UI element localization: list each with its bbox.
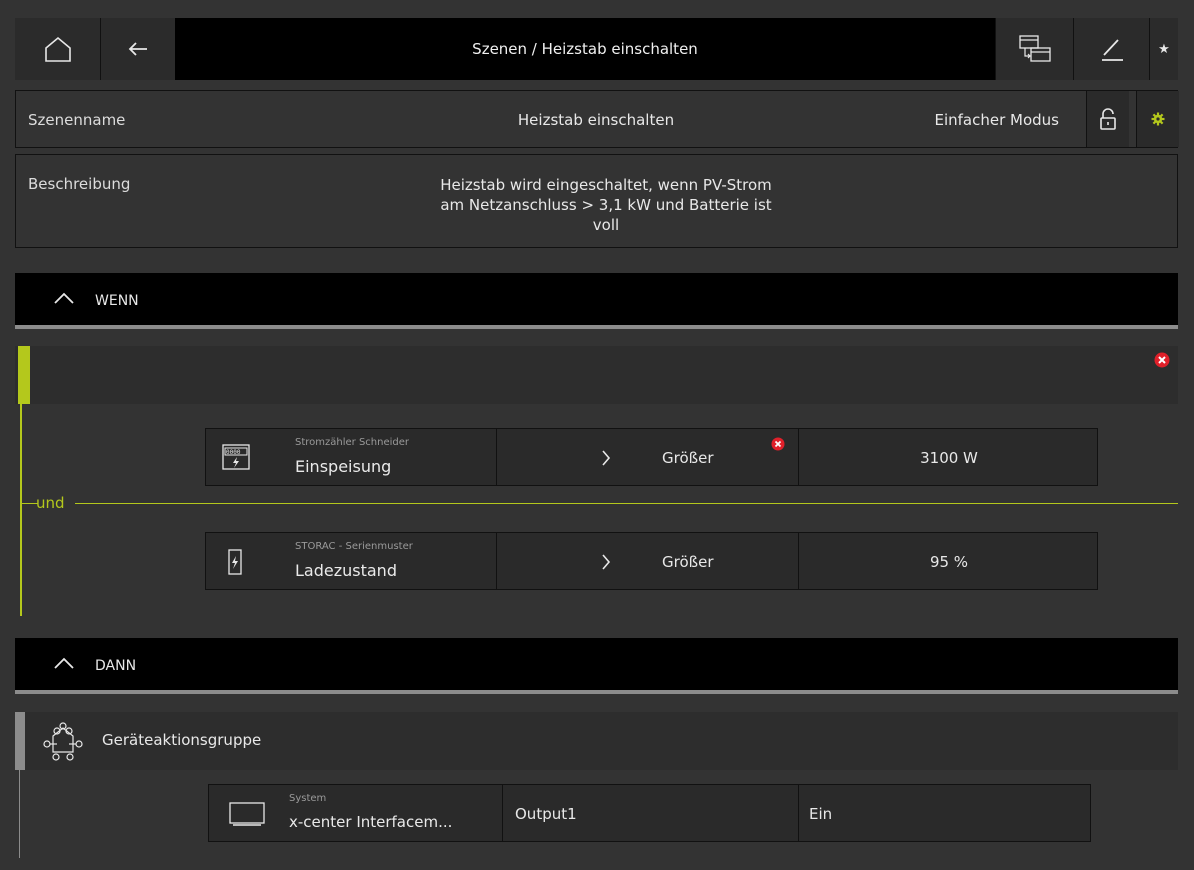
lock-button[interactable] [1086,91,1129,147]
description-label: Beschreibung [28,175,131,193]
und-line-right [75,503,1178,504]
collapse-chevron-icon [53,291,75,305]
action-connector-line [19,770,20,858]
scene-switch-icon [1018,34,1052,64]
unlock-icon [1098,107,1118,131]
collapse-chevron-icon [53,656,75,670]
condition-row[interactable]: STORAC - Serienmuster Ladezustand Größer… [205,532,1098,590]
gear-icon [1151,112,1165,126]
description-row: Beschreibung Heizstab wird eingeschaltet… [15,154,1178,248]
home-button[interactable] [15,18,101,80]
wenn-section-header[interactable]: WENN [15,273,1178,329]
top-bar: Szenen / Heizstab einschalten ★ [15,18,1178,80]
description-line: am Netzanschluss > 3,1 kW und Batterie i… [440,196,772,214]
settings-button[interactable] [1136,91,1179,147]
value-cell[interactable]: 3100 W [798,429,1099,485]
value-cell[interactable]: 95 % [798,533,1099,589]
scene-switch-button[interactable] [995,18,1073,80]
chevron-right-icon [601,449,611,467]
action-row[interactable]: System x-center Interfacem... Output1 Ei… [208,784,1091,842]
back-button[interactable] [101,18,175,80]
back-arrow-icon [127,41,149,57]
monitor-icon [229,802,265,826]
condition-group-header [15,346,1178,404]
meter-icon: 0000 [222,444,250,470]
home-icon [43,34,73,64]
device-group-icon [41,722,85,762]
edit-button[interactable] [1073,18,1149,80]
condition-row[interactable]: 0000 Stromzähler Schneider Einspeisung G… [205,428,1098,486]
favorite-button[interactable]: ★ [1149,18,1178,80]
operator-cell[interactable]: Größer [496,533,799,589]
action-name: x-center Interfacem... [289,813,453,831]
action-output: Output1 [515,805,577,823]
condition-property: Einspeisung [295,457,392,476]
action-group-header[interactable]: Geräteaktionsgruppe [15,712,1178,770]
battery-icon [225,548,245,576]
error-icon[interactable] [771,437,785,451]
und-label: und [36,494,65,512]
condition-value: 95 % [929,553,969,571]
page-title: Szenen / Heizstab einschalten [472,40,698,58]
action-value-cell[interactable]: Ein [798,785,1090,841]
chevron-right-icon [601,553,611,571]
condition-group-marker [18,346,30,404]
action-group-title: Geräteaktionsgruppe [102,731,262,749]
action-value: Ein [809,805,833,823]
mode-label: Einfacher Modus [934,111,1059,129]
edit-pencil-icon [1098,35,1126,63]
description-line: voll [592,216,620,234]
delete-group-icon[interactable] [1154,352,1170,368]
wenn-title: WENN [95,293,139,309]
group-connector-line [20,404,22,616]
dann-section-header[interactable]: DANN [15,638,1178,694]
operator-label: Größer [662,553,714,571]
description-text[interactable]: Heizstab wird eingeschaltet, wenn PV-Str… [376,175,836,235]
operator-cell[interactable]: Größer [496,429,799,485]
condition-device: STORAC - Serienmuster [295,541,413,552]
condition-device: Stromzähler Schneider [295,437,410,448]
action-device: System [289,793,327,804]
operator-label: Größer [662,449,714,467]
scene-name-row: Szenenname Heizstab einschalten Einfache… [15,90,1179,148]
output-cell[interactable]: Output1 [502,785,798,841]
dann-title: DANN [95,658,137,674]
scene-name-label: Szenenname [28,111,126,129]
condition-property: Ladezustand [295,561,397,580]
description-line: Heizstab wird eingeschaltet, wenn PV-Str… [440,176,772,194]
condition-value: 3100 W [920,449,978,467]
svg-text:0000: 0000 [226,449,241,456]
action-group-marker [15,712,25,770]
scene-name-value[interactable]: Heizstab einschalten [436,111,756,129]
favorite-star-icon: ★ [1158,41,1170,57]
